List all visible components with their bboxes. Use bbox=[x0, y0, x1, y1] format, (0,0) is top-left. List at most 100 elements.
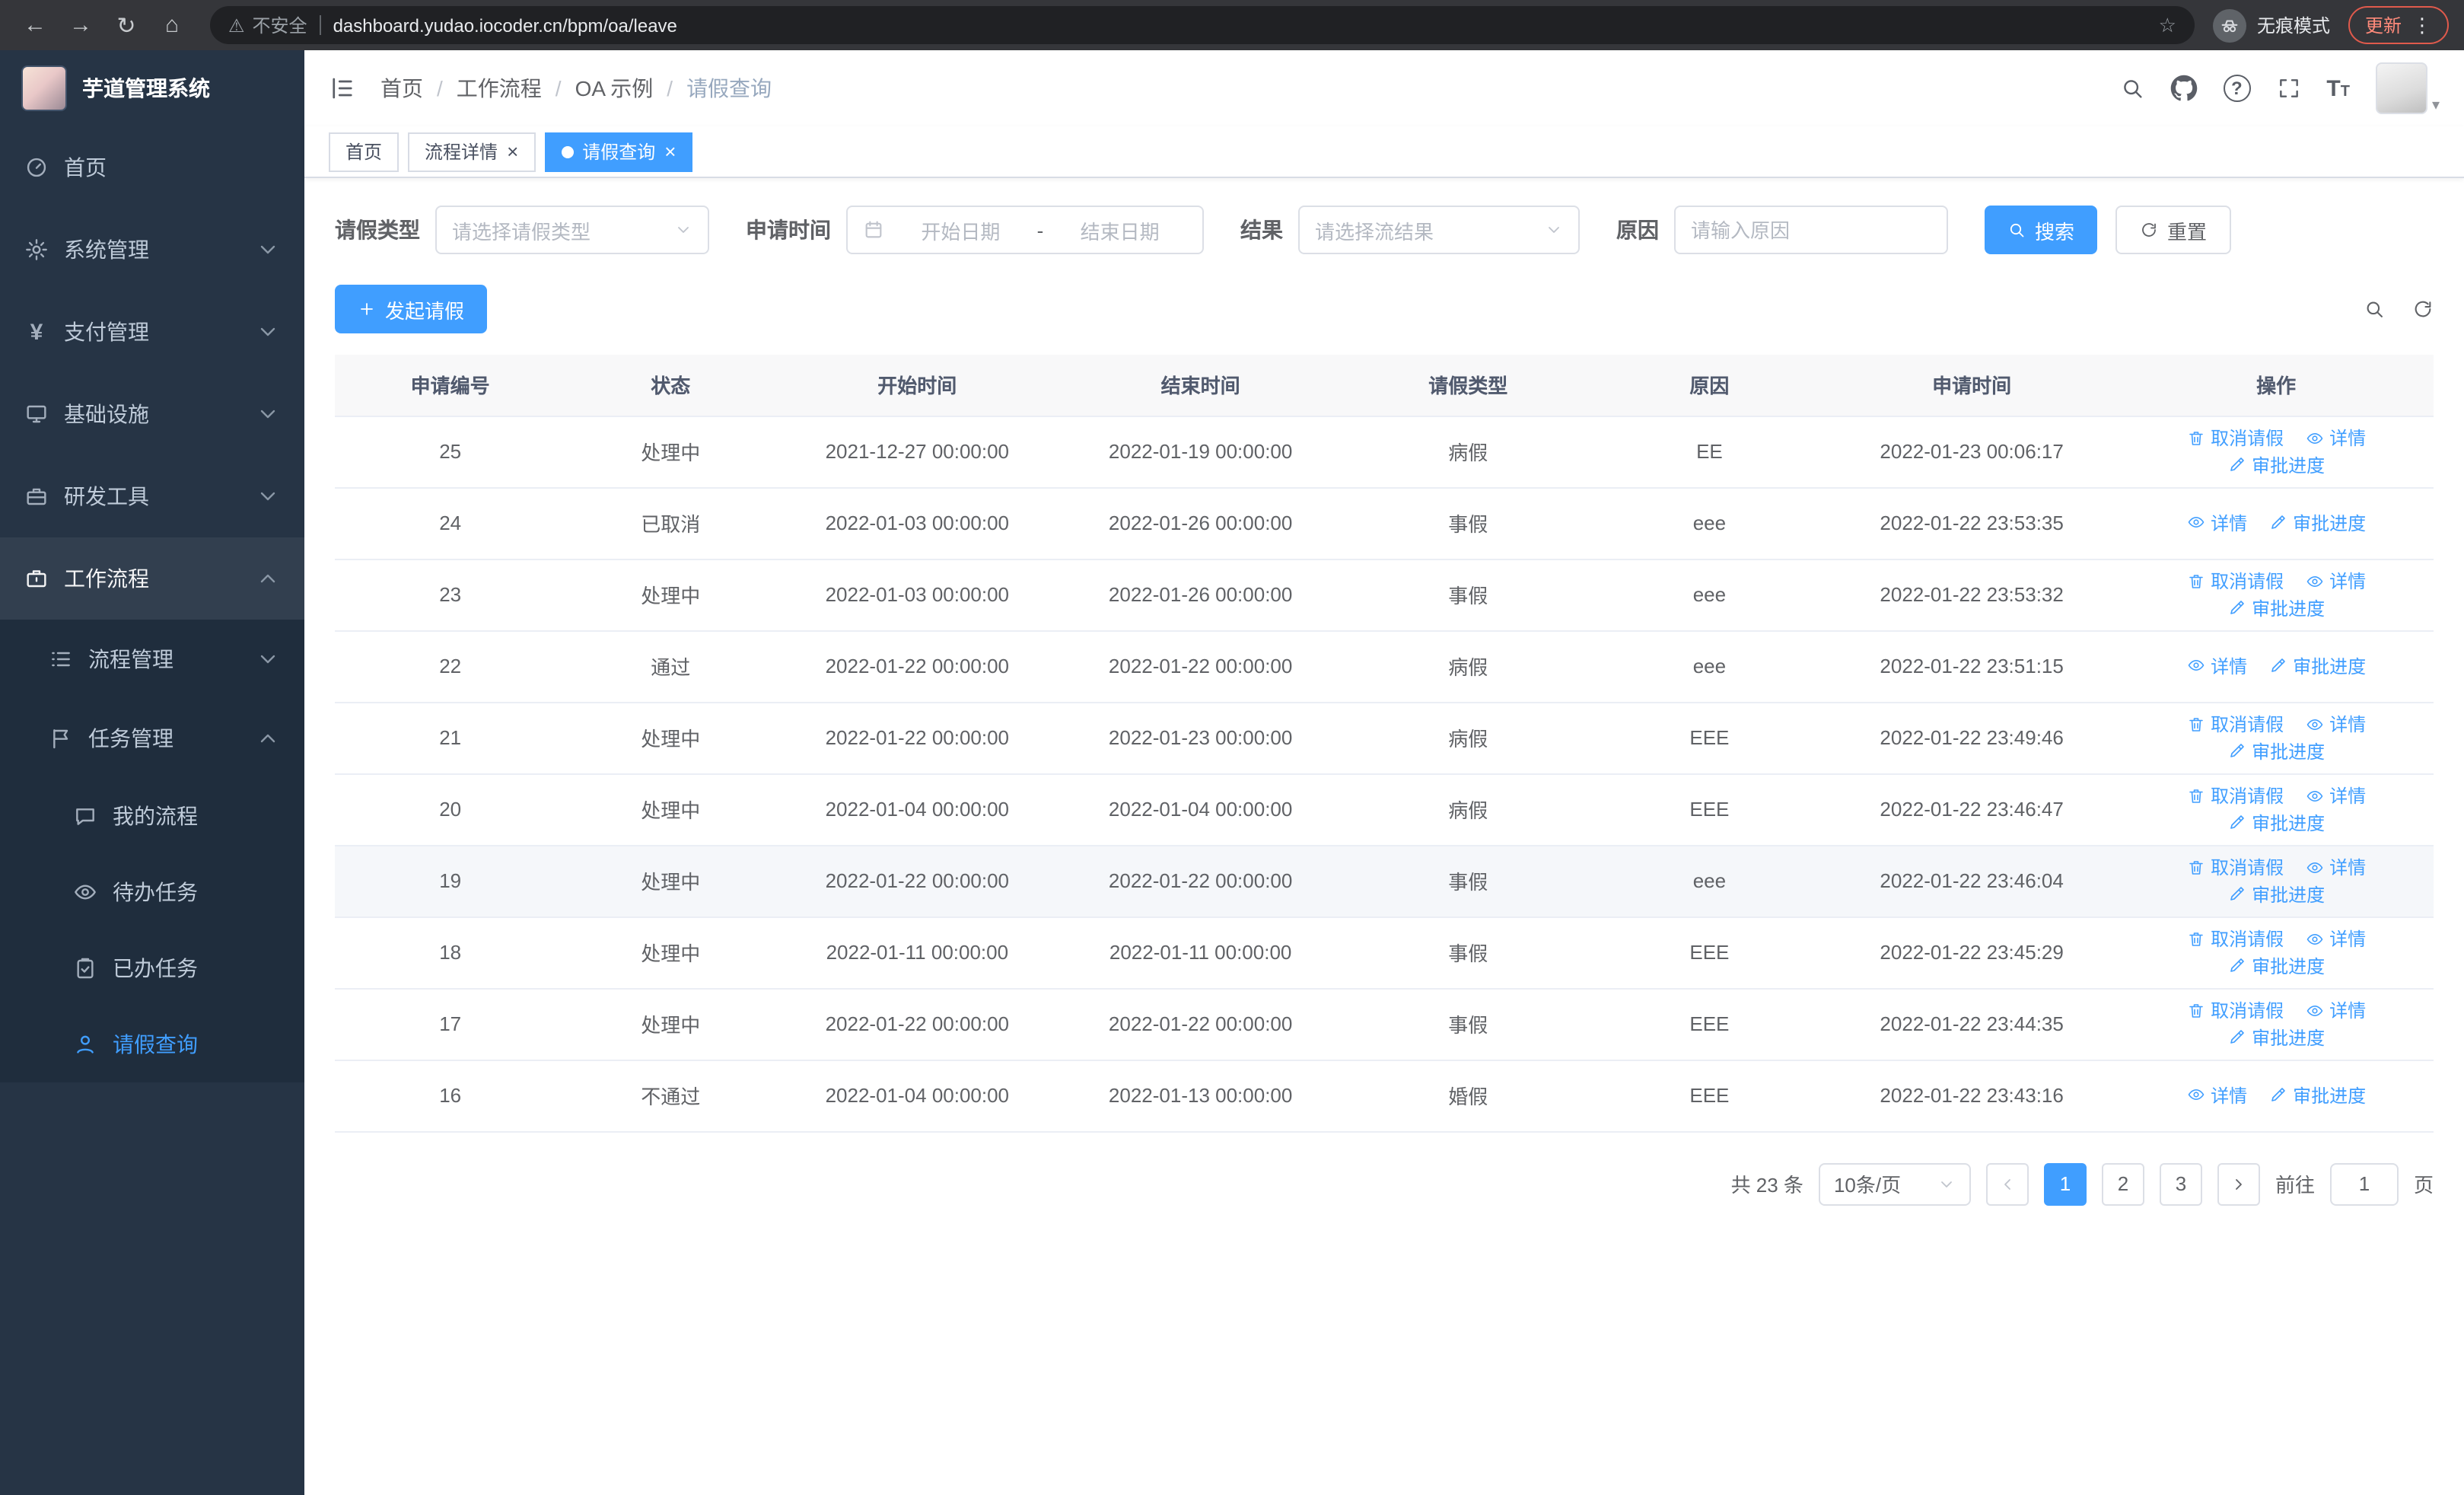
action-detail-link[interactable]: 详情 bbox=[2305, 711, 2366, 737]
sidebar-item-todo-tasks[interactable]: 待办任务 bbox=[0, 854, 304, 930]
end-date-input[interactable]: 结束日期 bbox=[1052, 215, 1187, 244]
browser-home-button[interactable]: ⌂ bbox=[152, 5, 192, 45]
sidebar-item-task-mgmt[interactable]: 任务管理 bbox=[0, 699, 304, 778]
tab-label: 请假查询 bbox=[582, 142, 656, 163]
action-detail-link[interactable]: 详情 bbox=[2186, 653, 2247, 679]
action-detail-link[interactable]: 详情 bbox=[2305, 854, 2366, 880]
calendar-icon bbox=[865, 221, 882, 238]
action-progress-link[interactable]: 审批进度 bbox=[2227, 952, 2325, 978]
cell-end-time: 2022-01-22 00:00:00 bbox=[1059, 630, 1342, 703]
refresh-table-button[interactable] bbox=[2412, 298, 2434, 320]
sidebar-item-leave-query[interactable]: 请假查询 bbox=[0, 1006, 304, 1082]
action-detail-link[interactable]: 详情 bbox=[2305, 997, 2366, 1023]
sidebar-item-system[interactable]: 系统管理 bbox=[0, 209, 304, 291]
address-bar[interactable]: ⚠ 不安全 dashboard.yudao.iocoder.cn/bpm/oa/… bbox=[210, 6, 2195, 44]
action-progress-link[interactable]: 审批进度 bbox=[2227, 881, 2325, 907]
action-cancel-link[interactable]: 取消请假 bbox=[2186, 997, 2284, 1023]
goto-page-input[interactable] bbox=[2329, 1162, 2399, 1205]
action-detail-link[interactable]: 详情 bbox=[2305, 425, 2366, 451]
action-cancel-link[interactable]: 取消请假 bbox=[2186, 425, 2284, 451]
col-header-actions: 操作 bbox=[2119, 355, 2434, 416]
leave-type-select[interactable]: 请选择请假类型 bbox=[435, 206, 709, 254]
action-progress-link[interactable]: 审批进度 bbox=[2227, 738, 2325, 763]
action-detail-link[interactable]: 详情 bbox=[2186, 1082, 2247, 1108]
cell-reason: EEE bbox=[1593, 773, 1826, 846]
prev-page-button[interactable] bbox=[1985, 1162, 2029, 1205]
cell-leave-type: 事假 bbox=[1342, 559, 1594, 631]
apply-time-label: 申请时间 bbox=[746, 218, 831, 242]
create-leave-button[interactable]: 发起请假 bbox=[335, 285, 488, 333]
next-page-button[interactable] bbox=[2217, 1162, 2260, 1205]
cell-status: 处理中 bbox=[565, 559, 776, 631]
header-search-button[interactable] bbox=[2119, 76, 2144, 100]
edit-icon bbox=[2230, 815, 2243, 829]
edit-icon bbox=[2230, 744, 2243, 757]
action-progress-link[interactable]: 审批进度 bbox=[2227, 1024, 2325, 1050]
list-icon bbox=[52, 652, 70, 667]
action-detail-link[interactable]: 详情 bbox=[2305, 783, 2366, 808]
action-detail-link[interactable]: 详情 bbox=[2305, 926, 2366, 952]
edit-icon bbox=[2230, 457, 2243, 471]
reset-button[interactable]: 重置 bbox=[2115, 206, 2232, 254]
bookmark-star-icon[interactable]: ☆ bbox=[2159, 13, 2176, 37]
action-progress-link[interactable]: 审批进度 bbox=[2227, 594, 2325, 620]
start-date-input[interactable]: 开始日期 bbox=[893, 215, 1028, 244]
sidebar-item-home[interactable]: 首页 bbox=[0, 126, 304, 209]
browser-back-button[interactable]: ← bbox=[15, 5, 55, 45]
browser-menu-icon[interactable]: ⋮ bbox=[2412, 13, 2432, 37]
action-cancel-link[interactable]: 取消请假 bbox=[2186, 711, 2284, 737]
sidebar-item-devtools[interactable]: 研发工具 bbox=[0, 455, 304, 537]
search-button[interactable]: 搜索 bbox=[1985, 206, 2098, 254]
action-progress-link[interactable]: 审批进度 bbox=[2268, 510, 2366, 536]
update-button[interactable]: 更新 ⋮ bbox=[2348, 6, 2449, 44]
action-detail-link[interactable]: 详情 bbox=[2186, 510, 2247, 536]
reason-input[interactable] bbox=[1674, 206, 1948, 254]
fullscreen-button[interactable] bbox=[2276, 76, 2300, 100]
chevron-down-icon bbox=[1549, 227, 1559, 233]
sidebar-item-process-mgmt[interactable]: 流程管理 bbox=[0, 620, 304, 699]
sidebar-collapse-button[interactable] bbox=[329, 75, 356, 102]
sidebar-item-my-processes[interactable]: 我的流程 bbox=[0, 778, 304, 854]
page-size-select[interactable]: 10条/页 bbox=[1818, 1162, 1971, 1205]
action-cancel-link[interactable]: 取消请假 bbox=[2186, 926, 2284, 952]
apply-time-range-picker[interactable]: 开始日期 - 结束日期 bbox=[846, 206, 1204, 254]
sidebar-item-payment[interactable]: ¥ 支付管理 bbox=[0, 291, 304, 373]
app-logo[interactable]: 芋道管理系统 bbox=[0, 50, 304, 126]
close-icon[interactable]: × bbox=[507, 142, 518, 161]
breadcrumb-item-workflow[interactable]: 工作流程 bbox=[457, 73, 542, 104]
security-warning[interactable]: ⚠ 不安全 bbox=[228, 12, 307, 38]
tags-view-bar: 首页 流程详情 × 请假查询 × bbox=[304, 126, 2464, 178]
breadcrumb-item-oa[interactable]: OA 示例 bbox=[575, 73, 654, 104]
close-icon[interactable]: × bbox=[664, 142, 676, 161]
action-progress-link[interactable]: 审批进度 bbox=[2268, 653, 2366, 679]
toggle-search-button[interactable] bbox=[2364, 298, 2385, 320]
github-button[interactable] bbox=[2170, 75, 2197, 102]
eye-icon bbox=[2187, 660, 2204, 671]
font-size-button[interactable]: TT bbox=[2326, 75, 2350, 101]
page-button-3[interactable]: 3 bbox=[2159, 1162, 2202, 1205]
sidebar-item-label: 待办任务 bbox=[113, 880, 198, 904]
sidebar-item-workflow[interactable]: 工作流程 bbox=[0, 537, 304, 620]
tab-process-detail[interactable]: 流程详情 × bbox=[408, 132, 536, 171]
page-button-2[interactable]: 2 bbox=[2101, 1162, 2144, 1205]
cell-leave-type: 病假 bbox=[1342, 630, 1594, 703]
action-progress-link[interactable]: 审批进度 bbox=[2227, 451, 2325, 477]
action-cancel-link[interactable]: 取消请假 bbox=[2186, 568, 2284, 594]
browser-forward-button[interactable]: → bbox=[61, 5, 100, 45]
sidebar-menu: 首页 系统管理 ¥ 支付管理 基础设施 研发工具 工作流程 流程管理 任务管理 … bbox=[0, 126, 304, 1082]
tab-leave-query[interactable]: 请假查询 × bbox=[544, 132, 693, 171]
action-progress-link[interactable]: 审批进度 bbox=[2227, 809, 2325, 835]
action-cancel-link[interactable]: 取消请假 bbox=[2186, 854, 2284, 880]
sidebar-item-done-tasks[interactable]: 已办任务 bbox=[0, 930, 304, 1006]
user-avatar-menu[interactable]: ▾ bbox=[2375, 62, 2440, 114]
tab-home[interactable]: 首页 bbox=[329, 132, 400, 171]
result-select[interactable]: 请选择流结果 bbox=[1298, 206, 1580, 254]
action-cancel-link[interactable]: 取消请假 bbox=[2186, 783, 2284, 808]
help-button[interactable]: ? bbox=[2223, 75, 2251, 102]
action-detail-link[interactable]: 详情 bbox=[2305, 568, 2366, 594]
browser-reload-button[interactable]: ↻ bbox=[107, 5, 146, 45]
sidebar-item-infra[interactable]: 基础设施 bbox=[0, 373, 304, 455]
breadcrumb-item-home[interactable]: 首页 bbox=[380, 73, 423, 104]
action-progress-link[interactable]: 审批进度 bbox=[2268, 1082, 2366, 1108]
page-button-1[interactable]: 1 bbox=[2043, 1162, 2087, 1205]
